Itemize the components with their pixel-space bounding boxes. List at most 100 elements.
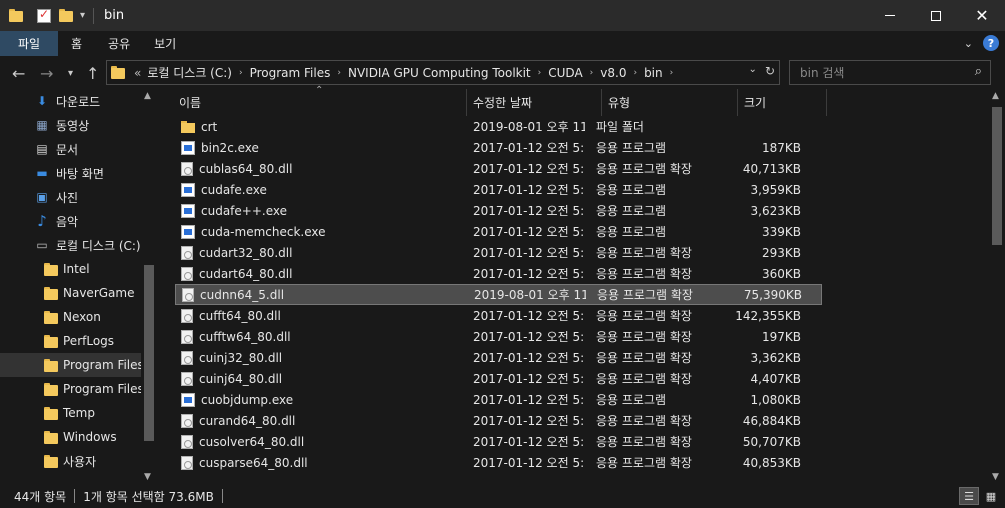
- application-icon: [181, 182, 195, 197]
- column-header-name[interactable]: 이름 ⌃: [157, 85, 467, 116]
- file-row[interactable]: cufft64_80.dll 2017-01-12 오전 5:... 응용 프로그램…: [157, 305, 989, 326]
- tab-view[interactable]: 보기: [144, 31, 188, 56]
- scroll-up-icon[interactable]: ▲: [144, 91, 151, 101]
- maximize-button[interactable]: [913, 0, 959, 31]
- address-history-dropdown-icon[interactable]: ⌄: [749, 64, 757, 78]
- breadcrumb-chevron-icon[interactable]: ›: [239, 68, 243, 78]
- tab-home[interactable]: 홈: [58, 31, 94, 56]
- file-row[interactable]: cuinj32_80.dll 2017-01-12 오전 5:... 응용 프로그램…: [157, 347, 989, 368]
- close-button[interactable]: ✕: [959, 0, 1005, 31]
- file-size: 46,884KB: [742, 413, 801, 428]
- column-header-type[interactable]: 유형: [602, 89, 738, 116]
- status-divider: [221, 489, 223, 503]
- tab-share[interactable]: 공유: [94, 31, 144, 56]
- file-size: 3,623KB: [750, 203, 801, 218]
- up-arrow-icon[interactable]: ↑: [86, 64, 99, 83]
- nav-item-local-disk[interactable]: ▭ 로컬 디스크 (C:): [0, 233, 157, 257]
- search-input[interactable]: bin 검색 ⌕: [789, 60, 991, 85]
- nav-item-music[interactable]: ♪ 음악: [0, 209, 157, 233]
- file-row[interactable]: cufftw64_80.dll 2017-01-12 오전 5:... 응용 프로그…: [157, 326, 989, 347]
- file-row[interactable]: bin2c.exe 2017-01-12 오전 5:... 응용 프로그램 187KB: [157, 137, 989, 158]
- properties-icon[interactable]: [37, 7, 51, 23]
- nav-item-pictures[interactable]: ▣ 사진: [0, 185, 157, 209]
- nav-item-perflogs[interactable]: PerfLogs: [0, 329, 157, 353]
- nav-item-program-files[interactable]: Program Files: [0, 353, 157, 377]
- column-header-date[interactable]: 수정한 날짜: [467, 89, 602, 116]
- file-name-cell: crt: [157, 120, 450, 134]
- breadcrumb-chevron-icon[interactable]: ›: [538, 68, 542, 78]
- file-row[interactable]: cudart64_80.dll 2017-01-12 오전 5:... 응용 프로그…: [157, 263, 989, 284]
- search-icon[interactable]: ⌕: [975, 64, 982, 79]
- minimize-button[interactable]: [867, 0, 913, 31]
- nav-item-program-files-x86[interactable]: Program Files: [0, 377, 157, 401]
- file-row[interactable]: cublas64_80.dll 2017-01-12 오전 5:... 응용 프로그…: [157, 158, 989, 179]
- file-name: cuda-memcheck.exe: [201, 224, 326, 239]
- nav-scroll-thumb[interactable]: [144, 265, 154, 441]
- new-folder-icon[interactable]: [59, 9, 73, 22]
- scroll-down-icon[interactable]: ▼: [144, 472, 151, 482]
- nav-item-videos[interactable]: ▦ 동영상: [0, 113, 157, 137]
- folder-icon: [41, 333, 58, 349]
- address-bar[interactable]: « 로컬 디스크 (C:) › Program Files › NVIDIA G…: [106, 60, 780, 85]
- customize-toolbar-dropdown-icon[interactable]: ▾: [80, 10, 85, 21]
- breadcrumb-chevron-icon[interactable]: ›: [633, 68, 637, 78]
- file-name: cudafe.exe: [201, 182, 267, 197]
- scroll-down-icon[interactable]: ▼: [992, 472, 999, 482]
- file-row[interactable]: crt 2019-08-01 오후 11... 파일 폴더: [157, 116, 989, 137]
- column-header-size[interactable]: 크기: [738, 89, 827, 116]
- breadcrumb-chevron-icon[interactable]: ›: [670, 68, 674, 78]
- nav-item-nexon[interactable]: Nexon: [0, 305, 157, 329]
- file-row[interactable]: cudart32_80.dll 2017-01-12 오전 5:... 응용 프로그…: [157, 242, 989, 263]
- file-row[interactable]: cudafe++.exe 2017-01-12 오전 5:... 응용 프로그램 3,…: [157, 200, 989, 221]
- picture-icon: ▣: [36, 190, 48, 204]
- file-type: 응용 프로그램: [596, 393, 667, 407]
- nav-item-navergame[interactable]: NaverGame: [0, 281, 157, 305]
- nav-item-documents[interactable]: ▤ 문서: [0, 137, 157, 161]
- details-view-icon[interactable]: ☰: [959, 487, 979, 505]
- breadcrumb-chevron-icon[interactable]: ›: [337, 68, 341, 78]
- nav-item-users[interactable]: 사용자: [0, 449, 157, 473]
- file-row[interactable]: cusparse64_80.dll 2017-01-12 오전 5:... 응용 프…: [157, 452, 989, 473]
- file-name-cell: bin2c.exe: [157, 140, 450, 155]
- file-list-scroll-thumb[interactable]: [992, 107, 1002, 245]
- file-row[interactable]: cudnn64_5.dll 2019-08-01 오후 11... 응용 프로그램 …: [175, 284, 822, 305]
- breadcrumb-bin[interactable]: bin: [644, 66, 663, 80]
- column-date-label: 수정한 날짜: [473, 96, 533, 110]
- file-row[interactable]: cudafe.exe 2017-01-12 오전 5:... 응용 프로그램 3,95…: [157, 179, 989, 200]
- file-row[interactable]: cuda-memcheck.exe 2017-01-12 오전 5:... 응용 프…: [157, 221, 989, 242]
- nav-item-windows[interactable]: Windows: [0, 425, 157, 449]
- recent-locations-chevron-icon[interactable]: ▾: [68, 68, 73, 79]
- breadcrumb-version[interactable]: v8.0: [600, 66, 626, 80]
- file-name-cell: cufft64_80.dll: [157, 308, 450, 323]
- file-row[interactable]: curand64_80.dll 2017-01-12 오전 5:... 응용 프로그…: [157, 410, 989, 431]
- expand-ribbon-chevron-icon[interactable]: ⌄: [964, 37, 973, 50]
- file-row[interactable]: cuinj64_80.dll 2017-01-12 오전 5:... 응용 프로그램…: [157, 368, 989, 389]
- help-icon[interactable]: ?: [983, 35, 999, 51]
- nav-item-intel[interactable]: Intel: [0, 257, 157, 281]
- file-name-cell: cublas64_80.dll: [157, 161, 450, 176]
- tab-file[interactable]: 파일: [0, 31, 58, 56]
- file-list-scrollbar[interactable]: ▲ ▼: [989, 89, 1005, 484]
- file-type: 응용 프로그램 확장: [596, 414, 692, 428]
- forward-arrow-icon[interactable]: →: [40, 64, 53, 83]
- breadcrumb-nvidia-toolkit[interactable]: NVIDIA GPU Computing Toolkit: [348, 66, 531, 80]
- dll-file-icon: [181, 329, 193, 344]
- folder-icon: [41, 309, 58, 325]
- nav-item-temp[interactable]: Temp: [0, 401, 157, 425]
- nav-item-downloads[interactable]: ⬇ 다운로드: [0, 89, 157, 113]
- breadcrumb-overflow[interactable]: «: [134, 66, 141, 80]
- breadcrumb-cuda[interactable]: CUDA: [548, 66, 582, 80]
- file-row[interactable]: cuobjdump.exe 2017-01-12 오전 5:... 응용 프로그램 1…: [157, 389, 989, 410]
- breadcrumb-local-disk[interactable]: 로컬 디스크 (C:): [147, 64, 232, 81]
- large-icons-view-icon[interactable]: ▦: [981, 487, 1001, 505]
- refresh-icon[interactable]: ↻: [765, 64, 775, 78]
- file-type: 응용 프로그램 확장: [596, 162, 692, 176]
- breadcrumb-program-files[interactable]: Program Files: [250, 66, 331, 80]
- file-row[interactable]: cusolver64_80.dll 2017-01-12 오전 5:... 응용 프…: [157, 431, 989, 452]
- breadcrumb-chevron-icon[interactable]: ›: [590, 68, 594, 78]
- scroll-up-icon[interactable]: ▲: [992, 91, 999, 101]
- nav-item-desktop[interactable]: ▬ 바탕 화면: [0, 161, 157, 185]
- nav-pane-scrollbar[interactable]: ▲ ▼: [141, 89, 157, 484]
- back-arrow-icon[interactable]: ←: [12, 64, 25, 83]
- file-type: 응용 프로그램 확장: [596, 456, 692, 470]
